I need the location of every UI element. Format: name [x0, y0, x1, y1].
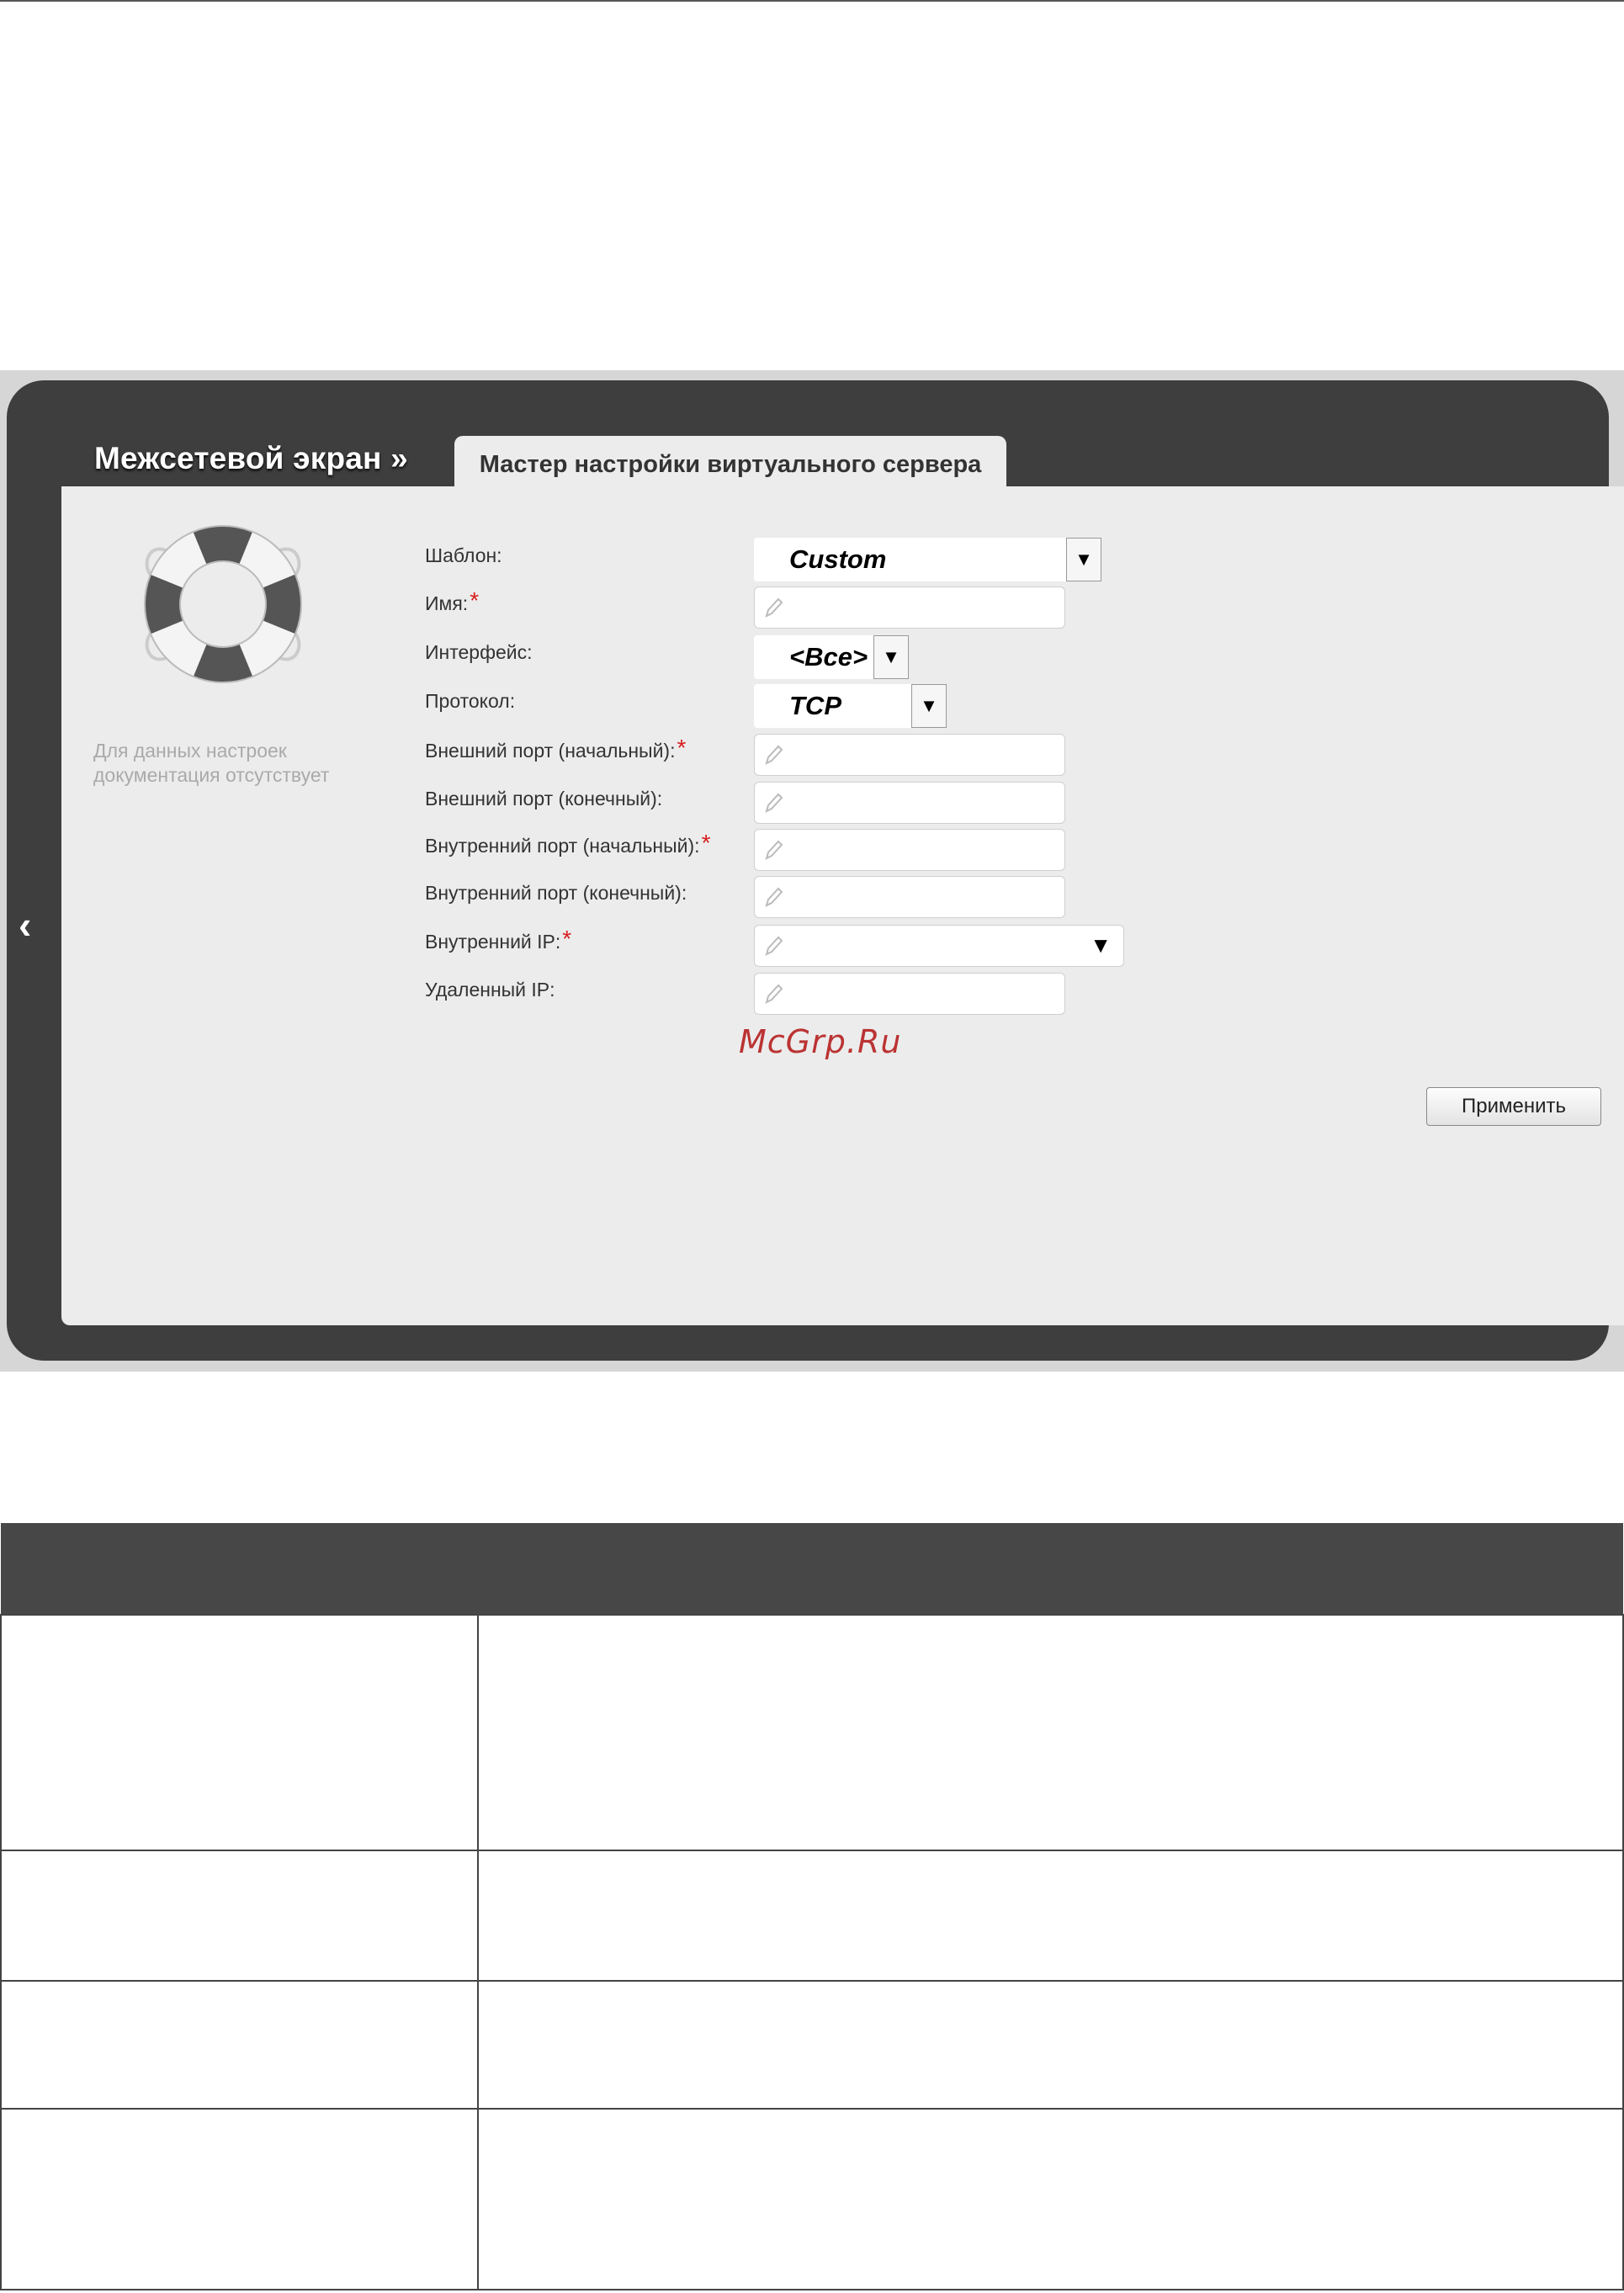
lifebuoy-icon [144, 525, 302, 683]
table-row [0, 2108, 1624, 2290]
pencil-icon [765, 597, 783, 618]
dropdown-arrow-icon[interactable]: ▼ [1066, 538, 1101, 581]
pencil-icon [765, 984, 783, 1004]
label-interface: Интерфейс: [425, 641, 533, 663]
table-cell [477, 1614, 1624, 1851]
required-asterisk: * [470, 587, 480, 613]
pencil-icon [765, 793, 783, 813]
protocol-select[interactable]: TCP ▼ [754, 684, 947, 728]
page-top-rule [0, 0, 1624, 2]
required-asterisk: * [701, 830, 711, 856]
dropdown-arrow-icon[interactable]: ▼ [1090, 932, 1112, 958]
label-name-text: Имя: [425, 592, 469, 614]
remote-ip-input[interactable] [754, 973, 1065, 1015]
watermark: McGrp.Ru [739, 1023, 902, 1060]
label-ext-port-end: Внешний порт (конечный): [425, 788, 663, 809]
label-int-port-start: Внутренний порт (начальный):* [425, 831, 710, 857]
label-ext-port-start-text: Внешний порт (начальный): [425, 740, 676, 762]
internal-ip-combobox[interactable]: ▼ [754, 925, 1124, 967]
required-asterisk: * [677, 735, 687, 761]
table-cell [477, 1980, 1624, 2110]
label-template: Шаблон: [425, 544, 502, 566]
int-port-start-input[interactable] [754, 829, 1065, 871]
int-port-end-input[interactable] [754, 876, 1065, 918]
breadcrumb[interactable]: Межсетевой экран » [94, 441, 408, 476]
dropdown-arrow-icon[interactable]: ▼ [873, 635, 909, 679]
table-cell [477, 1850, 1624, 1982]
label-name: Имя:* [425, 589, 479, 615]
table-cell [0, 1850, 479, 1982]
label-int-port-start-text: Внутренний порт (начальный): [425, 835, 700, 857]
label-remote-ip: Удаленный IP: [425, 979, 555, 1001]
dark-panel: Межсетевой экран » Мастер настройки вирт… [7, 380, 1624, 1361]
table-row [0, 1614, 1624, 1851]
ext-port-start-input[interactable] [754, 734, 1065, 776]
label-internal-ip-text: Внутренний IP: [425, 931, 561, 953]
template-select[interactable]: Custom ▼ [754, 538, 1101, 581]
table-row [0, 1980, 1624, 2110]
ext-port-end-input[interactable] [754, 782, 1065, 824]
parameter-table [0, 1523, 1624, 2290]
router-ui-screenshot: Межсетевой экран » Мастер настройки вирт… [0, 370, 1624, 1372]
table-row [0, 1850, 1624, 1982]
label-internal-ip: Внутренний IP:* [425, 927, 571, 953]
table-cell [0, 1980, 479, 2110]
name-input[interactable] [754, 587, 1065, 629]
table-header-row [1, 1523, 1623, 1615]
template-select-value: Custom [789, 544, 887, 574]
tab-virtual-server-wizard[interactable]: Мастер настройки виртуального сервера [454, 436, 1006, 493]
dropdown-arrow-icon[interactable]: ▼ [911, 684, 947, 728]
pencil-icon [765, 887, 783, 907]
label-int-port-end: Внутренний порт (конечный): [425, 882, 687, 904]
pencil-icon [765, 936, 783, 956]
documentation-note: Для данных настроек документация отсутст… [93, 740, 330, 786]
table-cell [0, 2108, 479, 2290]
table-cell [477, 2108, 1624, 2290]
label-protocol: Протокол: [425, 690, 516, 712]
pencil-icon [765, 745, 783, 765]
table-header [1, 1523, 1623, 1615]
pencil-icon [765, 840, 783, 860]
apply-button[interactable]: Применить [1426, 1087, 1601, 1126]
back-arrow-icon[interactable]: ‹ [19, 902, 31, 947]
required-asterisk: * [562, 926, 572, 952]
interface-select[interactable]: <Все> ▼ [754, 635, 909, 679]
label-ext-port-start: Внешний порт (начальный):* [425, 736, 686, 762]
table-cell [0, 1614, 479, 1851]
content-panel: Для данных настроек документация отсутст… [61, 486, 1624, 1325]
